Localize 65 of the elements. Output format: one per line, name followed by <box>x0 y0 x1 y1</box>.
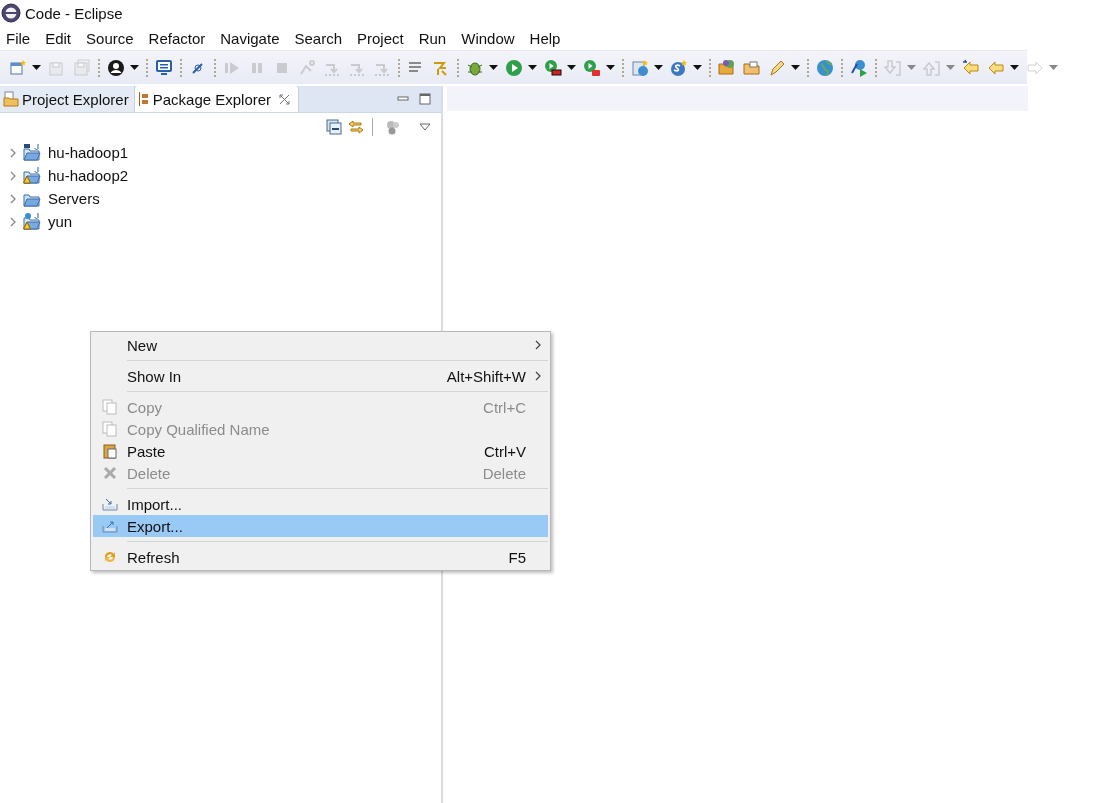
menu-item[interactable]: Navigate <box>220 29 280 47</box>
close-icon[interactable] <box>279 93 291 105</box>
menu-item[interactable]: Paste Ctrl+V <box>93 440 548 462</box>
new-file-icon[interactable] <box>9 58 27 77</box>
monitor-icon[interactable] <box>155 58 173 77</box>
warning-folder-icon <box>23 167 41 184</box>
window-title: Code - Eclipse <box>25 4 123 22</box>
view-tab[interactable]: Project Explorer <box>0 86 135 112</box>
back-arrow-icon[interactable] <box>962 58 980 77</box>
menu-item[interactable]: Project <box>357 29 404 47</box>
dropdown-caret-icon[interactable] <box>606 65 615 70</box>
view-menu-icon[interactable] <box>419 123 431 131</box>
menu-item[interactable]: Window <box>461 29 515 47</box>
project-label[interactable]: hu-hadoop1 <box>48 144 129 161</box>
dropdown-caret-icon[interactable] <box>489 65 498 70</box>
paste-icon <box>102 443 118 459</box>
delete-icon <box>102 465 118 481</box>
package-tree-icon <box>137 91 150 107</box>
maximize-icon[interactable] <box>419 93 431 105</box>
collapse-all-icon[interactable] <box>326 119 342 135</box>
project-label[interactable]: Servers <box>48 190 100 207</box>
menu-item[interactable]: Refresh F5 <box>93 546 548 568</box>
view-tab[interactable]: Package Explorer <box>134 86 300 112</box>
copy-icon <box>102 421 118 437</box>
run-toolbox-icon[interactable] <box>583 58 601 77</box>
refresh-icon <box>102 549 118 565</box>
folder-open-icon[interactable] <box>718 58 736 77</box>
dropdown-caret-icon[interactable] <box>1010 65 1019 70</box>
project-folder-icon <box>23 144 41 161</box>
globe-icon[interactable] <box>816 58 834 77</box>
menu-item[interactable]: Export... <box>93 515 548 537</box>
menu-item[interactable]: Edit <box>45 29 72 47</box>
menu-item[interactable]: Run <box>418 29 447 47</box>
dropdown-caret-icon[interactable] <box>693 65 702 70</box>
person-icon[interactable] <box>107 58 125 77</box>
menu-item[interactable]: Refactor <box>148 29 206 47</box>
project-folder-icon <box>3 91 19 107</box>
menu-item[interactable]: Search <box>294 29 342 47</box>
dropdown-caret-icon[interactable] <box>654 65 663 70</box>
dropdown-caret-icon[interactable] <box>791 65 800 70</box>
export-icon <box>102 518 118 534</box>
copy-icon <box>102 399 118 415</box>
menu-item[interactable]: Show In Alt+Shift+W <box>93 365 548 387</box>
project-label[interactable]: hu-hadoop2 <box>48 167 129 184</box>
project-label[interactable]: yun <box>48 213 73 230</box>
dropdown-caret-icon[interactable] <box>528 65 537 70</box>
globe-run-icon[interactable] <box>850 58 868 77</box>
filter-icon[interactable] <box>385 119 401 135</box>
pen-tool-icon[interactable] <box>768 58 786 77</box>
folder-icon[interactable] <box>743 58 761 77</box>
link-arrows-icon[interactable] <box>348 119 364 135</box>
new-server-icon[interactable] <box>631 58 649 77</box>
dropdown-caret-icon[interactable] <box>567 65 576 70</box>
menu-item[interactable]: Import... <box>93 493 548 515</box>
menu-item[interactable]: Source <box>86 29 134 47</box>
globe-folder-icon <box>23 213 41 230</box>
run-icon[interactable] <box>505 58 523 77</box>
menu-item[interactable]: New <box>93 334 548 356</box>
dropdown-caret-icon[interactable] <box>32 65 41 70</box>
run-external-icon[interactable] <box>544 58 562 77</box>
dropdown-caret-icon[interactable] <box>130 65 139 70</box>
menu-item[interactable]: Help <box>529 29 561 47</box>
menu-item[interactable]: File <box>6 29 31 47</box>
eclipse-logo-icon <box>1 3 21 23</box>
import-icon <box>102 496 118 512</box>
